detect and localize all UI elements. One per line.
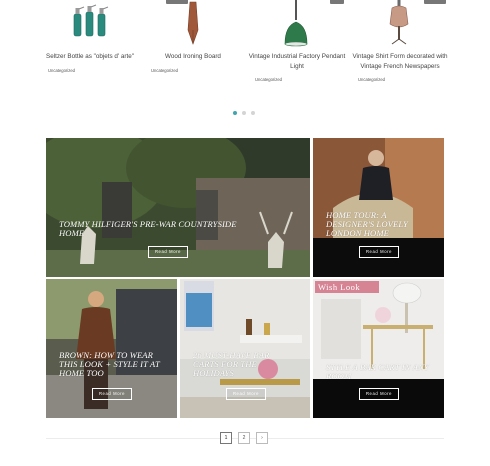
post-tile[interactable]: Brown: How to Wear This Look + Style It …: [46, 279, 177, 418]
carousel-pagination: [233, 111, 259, 116]
product-name[interactable]: Vintage Industrial Factory Pendant Light: [245, 52, 349, 71]
read-more-button[interactable]: Read More: [92, 388, 132, 400]
carousel-dot[interactable]: [242, 111, 246, 115]
product-category[interactable]: Uncategorized: [151, 68, 245, 73]
post-tile[interactable]: 26 Must-Have Bar Carts for the Holidays …: [180, 279, 310, 418]
post-title[interactable]: Home Tour: A Designer's Lovely London Ho…: [326, 211, 422, 238]
read-more-button[interactable]: Read More: [226, 388, 266, 400]
product-category[interactable]: Uncategorized: [255, 77, 349, 82]
product-image-pendant-light[interactable]: [245, 0, 349, 48]
product-category[interactable]: Uncategorized: [48, 68, 142, 73]
post-title[interactable]: Tommy Hilfiger's Pre-War Countryside Hom…: [59, 220, 264, 238]
read-more-button[interactable]: Read More: [359, 246, 399, 258]
product-name[interactable]: Wood Ironing Board: [141, 52, 245, 62]
product-name[interactable]: Seltzer Bottle as "objets d' arte": [38, 52, 142, 62]
read-more-button[interactable]: Read More: [359, 388, 399, 400]
post-title[interactable]: Style a Bar Cart in Any Room: [326, 363, 430, 381]
post-title[interactable]: Brown: How to Wear This Look + Style It …: [59, 351, 167, 378]
product-card[interactable]: Wood Ironing Board Uncategorized: [141, 0, 245, 73]
product-card[interactable]: Vintage Industrial Factory Pendant Light…: [245, 0, 349, 82]
post-tile[interactable]: Style a Bar Cart in Any Room Read More: [313, 279, 444, 418]
product-image-shirt-form[interactable]: [348, 0, 452, 48]
post-tile[interactable]: Tommy Hilfiger's Pre-War Countryside Hom…: [46, 138, 310, 277]
carousel-dot[interactable]: [233, 111, 237, 115]
post-title[interactable]: 26 Must-Have Bar Carts for the Holidays: [193, 351, 293, 378]
product-image-ironing-board[interactable]: [141, 0, 245, 48]
product-name[interactable]: Vintage Shirt Form decorated with Vintag…: [348, 52, 452, 71]
product-carousel: Seltzer Bottle as "objets d' arte" Uncat…: [0, 0, 490, 120]
page-1-button[interactable]: 1: [220, 432, 232, 444]
next-page-button[interactable]: ›: [256, 432, 268, 444]
read-more-button[interactable]: Read More: [148, 246, 188, 258]
product-card[interactable]: Vintage Shirt Form decorated with Vintag…: [348, 0, 452, 82]
post-tile[interactable]: Home Tour: A Designer's Lovely London Ho…: [313, 138, 444, 277]
page-2-button[interactable]: 2: [238, 432, 250, 444]
wish-look-badge: Wish Look: [315, 281, 379, 293]
product-category[interactable]: Uncategorized: [358, 77, 452, 82]
product-card[interactable]: Seltzer Bottle as "objets d' arte" Uncat…: [38, 0, 142, 73]
product-image-seltzer-bottles[interactable]: [38, 0, 142, 48]
carousel-dot[interactable]: [251, 111, 255, 115]
